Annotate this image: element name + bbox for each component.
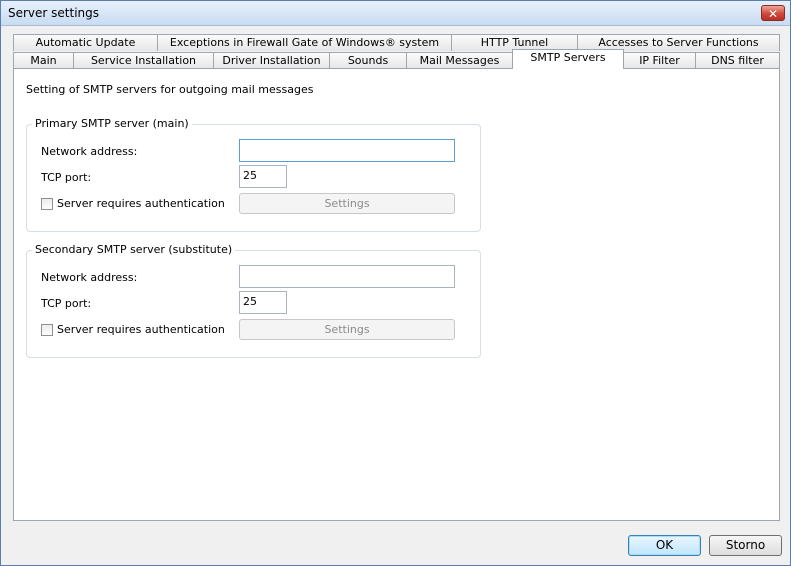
close-icon[interactable]: ✕ [761,5,785,21]
tab-automatic-update[interactable]: Automatic Update [13,34,158,51]
secondary-address-label: Network address: [41,271,138,284]
secondary-auth-label[interactable]: Server requires authentication [57,323,225,336]
primary-auth-checkbox[interactable] [41,198,53,210]
primary-address-label: Network address: [41,145,138,158]
secondary-port-label: TCP port: [41,297,92,310]
primary-port-input[interactable]: 25 [239,165,287,188]
secondary-auth-checkbox[interactable] [41,324,53,336]
secondary-address-input[interactable] [239,265,455,288]
primary-address-input[interactable] [239,139,455,162]
secondary-smtp-group: Secondary SMTP server (substitute) Netwo… [26,243,481,358]
tab-dns-filter[interactable]: DNS filter [695,52,780,69]
secondary-settings-button[interactable]: Settings [239,319,455,340]
server-settings-dialog: Server settings ✕ Automatic Update Excep… [0,0,791,566]
tab-driver-installation[interactable]: Driver Installation [213,52,330,69]
storno-button[interactable]: Storno [709,535,782,556]
primary-smtp-legend: Primary SMTP server (main) [32,117,192,130]
primary-port-label: TCP port: [41,171,92,184]
primary-settings-button[interactable]: Settings [239,193,455,214]
tab-firewall-exceptions[interactable]: Exceptions in Firewall Gate of Windows® … [157,34,452,51]
tab-mail-messages[interactable]: Mail Messages [406,52,513,69]
tab-smtp-servers[interactable]: SMTP Servers [512,49,624,69]
secondary-port-input[interactable]: 25 [239,291,287,314]
smtp-servers-panel: Setting of SMTP servers for outgoing mai… [13,68,780,521]
tab-ip-filter[interactable]: IP Filter [623,52,696,69]
tab-service-installation[interactable]: Service Installation [73,52,214,69]
title-bar[interactable]: Server settings ✕ [1,1,790,26]
primary-auth-label[interactable]: Server requires authentication [57,197,225,210]
window-title: Server settings [8,6,100,20]
primary-smtp-group: Primary SMTP server (main) Network addre… [26,117,481,232]
secondary-smtp-legend: Secondary SMTP server (substitute) [32,243,236,256]
tab-sounds[interactable]: Sounds [329,52,407,69]
panel-description: Setting of SMTP servers for outgoing mai… [26,83,314,96]
tab-main[interactable]: Main [13,52,74,69]
ok-button[interactable]: OK [628,535,701,556]
